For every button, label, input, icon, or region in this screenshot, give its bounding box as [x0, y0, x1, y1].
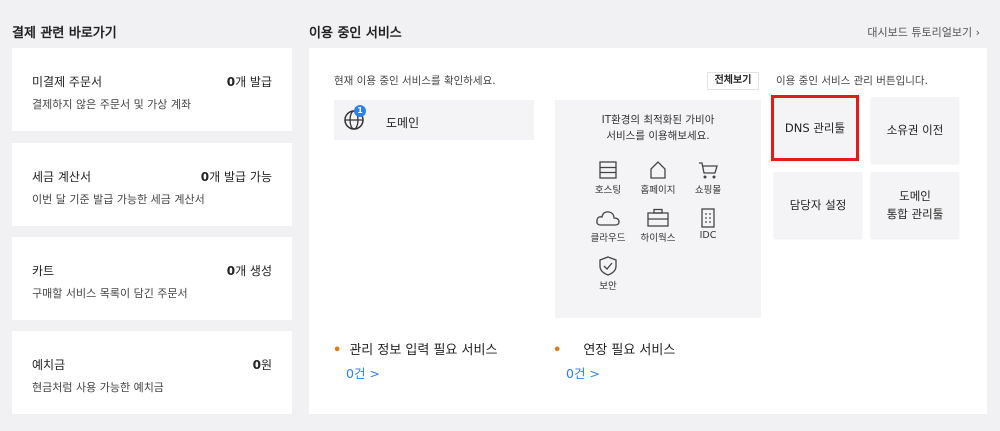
chevron-right-icon: ›	[975, 26, 980, 39]
building-icon	[701, 208, 715, 228]
tutorial-link[interactable]: 대시보드 튜토리얼보기 ›	[867, 24, 980, 40]
shield-icon	[599, 256, 617, 276]
service-list: 1 도메인	[334, 100, 534, 318]
recommend-idc[interactable]: IDC	[678, 208, 738, 241]
ownership-transfer-button[interactable]: 소유권 이전	[871, 97, 959, 163]
recommend-box: IT환경의 최적화된 가비아 서비스를 이용해보세요. 호스팅 홈페이지 쇼핑몰 …	[555, 100, 761, 318]
domain-service-item[interactable]: 1 도메인	[334, 100, 534, 140]
manage-desc: 이용 중인 서비스 관리 버튼입니다.	[776, 75, 928, 87]
renewal-required-count-link[interactable]: 0건 >	[566, 363, 600, 382]
cart-card[interactable]: 카트 0개 생성 구매할 서비스 목록이 담긴 주문서	[12, 237, 292, 320]
domain-integrated-tool-button[interactable]: 도메인 통합 관리툴	[871, 172, 959, 238]
domain-count-badge: 1	[354, 105, 366, 117]
card-desc: 구매할 서비스 목록이 담긴 주문서	[32, 287, 188, 300]
domain-label: 도메인	[386, 116, 420, 130]
card-value: 0원	[252, 358, 272, 372]
card-value: 0개 발급 가능	[200, 170, 272, 184]
recommend-text: IT환경의 최적화된 가비아 서비스를 이용해보세요.	[601, 114, 715, 142]
unpaid-orders-card[interactable]: 미결제 주문서 0개 발급 결제하지 않은 주문서 및 가상 계좌	[12, 48, 292, 131]
renewal-required-label: • 연장 필요 서비스	[553, 343, 676, 358]
cloud-icon	[596, 211, 620, 226]
homepage-icon	[650, 161, 666, 179]
bullet-icon: •	[553, 343, 562, 358]
dns-tool-button[interactable]: DNS 관리툴	[771, 95, 859, 161]
view-all-button[interactable]: 전체보기	[707, 72, 759, 90]
card-title: 미결제 주문서	[32, 75, 103, 89]
card-title: 카트	[32, 264, 55, 278]
briefcase-icon	[647, 208, 669, 227]
info-required-count-link[interactable]: 0건 >	[346, 363, 380, 382]
services-panel: 현재 이용 중인 서비스를 확인하세요. 전체보기 1 도메인 IT환경의 최적…	[309, 48, 987, 414]
card-title: 세금 계산서	[32, 170, 92, 184]
deposit-card[interactable]: 예치금 0원 현금처럼 사용 가능한 예치금	[12, 331, 292, 414]
bullet-icon: •	[333, 343, 342, 358]
services-title: 이용 중인 서비스	[309, 26, 402, 41]
card-desc: 결제하지 않은 주문서 및 가상 계좌	[32, 98, 192, 111]
hosting-icon	[599, 161, 617, 179]
recommend-shoppingmall[interactable]: 쇼핑몰	[678, 160, 738, 196]
card-value: 0개 생성	[226, 264, 272, 278]
payment-shortcuts-title: 결제 관련 바로가기	[12, 26, 117, 41]
info-required-label: • 관리 정보 입력 필요 서비스	[333, 343, 498, 358]
card-value: 0개 발급	[226, 75, 272, 89]
recommend-security[interactable]: 보안	[578, 256, 638, 292]
card-desc: 이번 달 기준 발급 가능한 세금 계산서	[32, 193, 205, 206]
contact-setting-button[interactable]: 담당자 설정	[774, 172, 862, 238]
tax-invoice-card[interactable]: 세금 계산서 0개 발급 가능 이번 달 기준 발급 가능한 세금 계산서	[12, 143, 292, 226]
services-desc: 현재 이용 중인 서비스를 확인하세요.	[334, 75, 496, 87]
card-desc: 현금처럼 사용 가능한 예치금	[32, 381, 164, 394]
card-title: 예치금	[32, 358, 66, 372]
cart-icon	[699, 162, 718, 179]
